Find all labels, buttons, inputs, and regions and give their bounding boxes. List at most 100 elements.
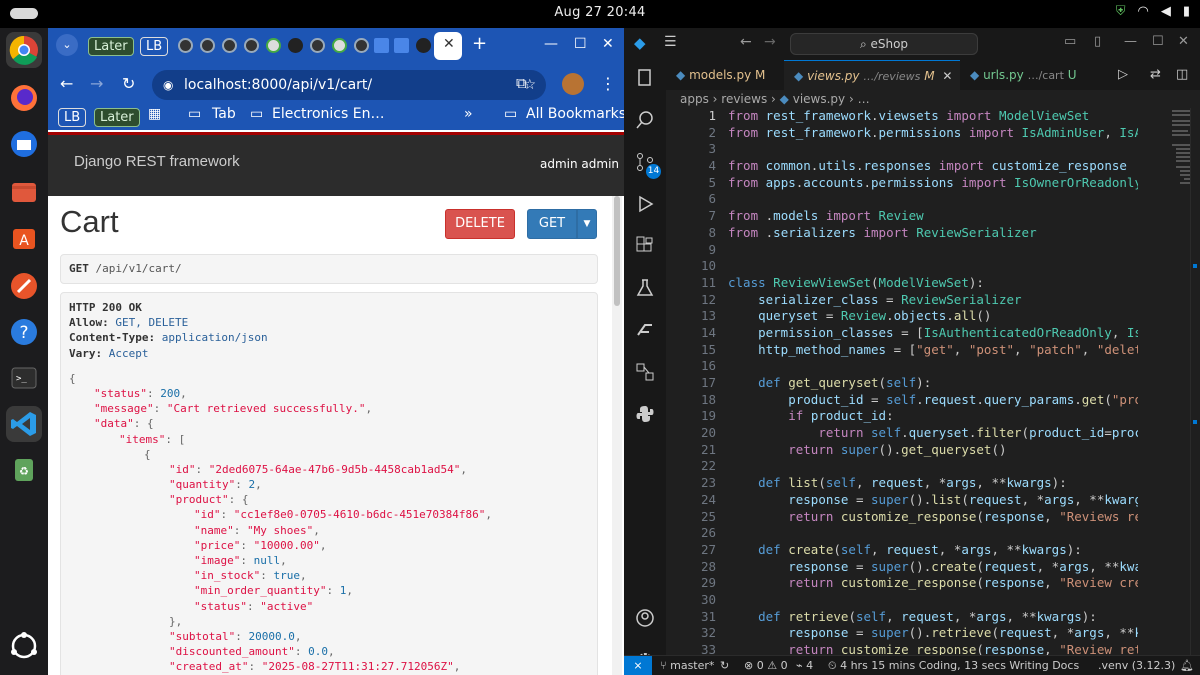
notifications-bell-icon[interactable]: 🔔︎ bbox=[1180, 656, 1194, 675]
minimize-icon[interactable]: — bbox=[544, 36, 558, 52]
code-line[interactable] bbox=[728, 525, 1138, 542]
code-line[interactable]: from .serializers import ReviewSerialize… bbox=[728, 225, 1138, 242]
bookmark-tab[interactable]: Tab bbox=[212, 106, 236, 122]
system-tray[interactable]: ⛨ ◠ ◀ ▮ bbox=[1116, 4, 1190, 19]
code-line[interactable]: def list(self, request, *args, **kwargs)… bbox=[728, 475, 1138, 492]
close-tab-icon[interactable]: ✕ bbox=[942, 69, 952, 83]
code-line[interactable]: class ReviewViewSet(ModelViewSet): bbox=[728, 275, 1138, 292]
profile-avatar[interactable] bbox=[562, 73, 584, 95]
code-line[interactable]: from rest_framework.viewsets import Mode… bbox=[728, 108, 1138, 125]
docs-tab-icon[interactable] bbox=[394, 38, 409, 53]
tab-group-later[interactable]: Later bbox=[88, 37, 134, 56]
show-apps-icon[interactable] bbox=[6, 628, 42, 664]
testing-icon[interactable] bbox=[633, 276, 657, 300]
tab-favicon[interactable] bbox=[244, 38, 259, 53]
code-line[interactable] bbox=[728, 258, 1138, 275]
layout-icon[interactable]: ▯ bbox=[1094, 34, 1101, 49]
breadcrumb-item[interactable]: … bbox=[858, 92, 870, 106]
back-icon[interactable]: ← bbox=[60, 74, 73, 93]
remote-explorer-icon[interactable] bbox=[633, 360, 657, 384]
tab-views-py[interactable]: ◆ views.py …/reviews M ✕ bbox=[784, 60, 960, 90]
user-menu[interactable]: admin admin bbox=[540, 157, 619, 171]
code-line[interactable] bbox=[728, 242, 1138, 259]
breadcrumb-item[interactable]: reviews bbox=[721, 92, 767, 106]
reload-icon[interactable]: ↻ bbox=[122, 74, 135, 93]
nav-forward-icon[interactable]: → bbox=[764, 34, 776, 50]
source-code[interactable]: from rest_framework.viewsets import Mode… bbox=[728, 108, 1138, 659]
command-center[interactable]: ⌕ eShop bbox=[790, 33, 978, 55]
tab-urls-py[interactable]: ◆ urls.py …/cart U bbox=[960, 60, 1094, 90]
prettier-icon[interactable] bbox=[633, 318, 657, 342]
tab-favicon[interactable] bbox=[416, 38, 431, 53]
code-line[interactable] bbox=[728, 458, 1138, 475]
apps-grid-icon[interactable]: ▦ bbox=[148, 106, 161, 122]
code-line[interactable]: response = super().list(request, *args, … bbox=[728, 492, 1138, 509]
site-info-icon[interactable]: ◉ bbox=[163, 70, 173, 100]
code-line[interactable]: return customize_response(response, "Rev… bbox=[728, 509, 1138, 526]
breadcrumb-item[interactable]: apps bbox=[680, 92, 709, 106]
accounts-icon[interactable] bbox=[633, 606, 657, 630]
close-tab-icon[interactable]: ✕ bbox=[443, 36, 455, 52]
vscode-dock-icon[interactable] bbox=[6, 406, 42, 442]
all-bookmarks[interactable]: All Bookmarks bbox=[526, 106, 624, 122]
run-python-icon[interactable]: ▷ bbox=[1118, 67, 1128, 82]
tab-models-py[interactable]: ◆ models.py M bbox=[666, 60, 784, 90]
terminal-dock-icon[interactable]: >_ bbox=[6, 360, 42, 396]
code-line[interactable]: permission_classes = [IsAuthenticatedOrR… bbox=[728, 325, 1138, 342]
python-icon[interactable] bbox=[633, 402, 657, 426]
help-dock-icon[interactable]: ? bbox=[6, 314, 42, 350]
code-line[interactable]: return super().get_queryset() bbox=[728, 442, 1138, 459]
code-line[interactable]: return customize_response(response, "Rev… bbox=[728, 575, 1138, 592]
code-line[interactable]: product_id = self.request.query_params.g… bbox=[728, 392, 1138, 409]
draw-dock-icon[interactable] bbox=[6, 268, 42, 304]
bookmark-group-lb[interactable]: LB bbox=[58, 108, 87, 127]
split-editor-icon[interactable]: ◫ bbox=[1176, 67, 1188, 82]
explorer-icon[interactable] bbox=[633, 66, 657, 90]
forward-icon[interactable]: → bbox=[90, 74, 103, 93]
remote-indicator-icon[interactable]: ⨯ bbox=[624, 656, 652, 675]
code-line[interactable] bbox=[728, 592, 1138, 609]
trash-dock-icon[interactable]: ♻ bbox=[6, 452, 42, 488]
code-line[interactable]: http_method_names = ["get", "post", "pat… bbox=[728, 342, 1138, 359]
problems-indicator[interactable]: ⊗ 0 ⚠ 0 bbox=[744, 656, 788, 675]
run-debug-icon[interactable] bbox=[633, 192, 657, 216]
app-center-dock-icon[interactable]: A bbox=[6, 220, 42, 256]
tab-favicon[interactable] bbox=[288, 38, 303, 53]
delete-button[interactable]: DELETE bbox=[445, 209, 515, 239]
layout-icon[interactable]: ▭ bbox=[1064, 34, 1076, 49]
tab-favicon[interactable] bbox=[332, 38, 347, 53]
get-format-dropdown[interactable]: ▼ bbox=[577, 209, 597, 239]
bookmark-group-later[interactable]: Later bbox=[94, 108, 140, 127]
close-window-icon[interactable]: ✕ bbox=[602, 36, 614, 52]
files-dock-icon[interactable] bbox=[6, 174, 42, 210]
code-line[interactable]: response = super().create(request, *args… bbox=[728, 559, 1138, 576]
code-line[interactable] bbox=[728, 191, 1138, 208]
nav-back-icon[interactable]: ← bbox=[740, 34, 752, 50]
python-interpreter[interactable]: .venv (3.12.3) bbox=[1098, 656, 1175, 675]
sync-icon[interactable]: ↻ bbox=[720, 656, 729, 675]
compare-changes-icon[interactable]: ⇄ bbox=[1150, 67, 1161, 82]
editor-scrollbar[interactable] bbox=[1190, 108, 1200, 655]
code-line[interactable] bbox=[728, 141, 1138, 158]
tab-favicon[interactable] bbox=[178, 38, 193, 53]
search-icon[interactable] bbox=[633, 108, 657, 132]
bookmark-electronics[interactable]: Electronics En… bbox=[272, 106, 384, 122]
system-clock[interactable]: Aug 27 20:44 bbox=[0, 5, 1200, 20]
tab-favicon[interactable] bbox=[200, 38, 215, 53]
new-tab-icon[interactable]: + bbox=[472, 33, 487, 54]
tab-favicon[interactable] bbox=[354, 38, 369, 53]
breadcrumb-item[interactable]: views.py bbox=[793, 92, 845, 106]
maximize-icon[interactable]: ☐ bbox=[1152, 34, 1164, 49]
code-line[interactable]: from rest_framework.permissions import I… bbox=[728, 125, 1138, 142]
code-editor[interactable]: 1 2 3 4 5 6 7 8 9 10 11 12 13 14 15 16 17 18 19 20 21 22 23 24 2… bbox=[666, 108, 1200, 657]
git-branch[interactable]: ⑂ master* bbox=[660, 656, 714, 675]
code-line[interactable]: serializer_class = ReviewSerializer bbox=[728, 292, 1138, 309]
extensions-icon[interactable] bbox=[633, 234, 657, 258]
tab-favicon[interactable] bbox=[222, 38, 237, 53]
code-line[interactable]: queryset = Review.objects.all() bbox=[728, 308, 1138, 325]
docs-tab-icon[interactable] bbox=[374, 38, 389, 53]
minimize-icon[interactable]: — bbox=[1124, 34, 1137, 49]
hamburger-menu-icon[interactable]: ☰ bbox=[664, 34, 677, 50]
chrome-dock-icon[interactable] bbox=[6, 32, 42, 68]
code-line[interactable]: def create(self, request, *args, **kwarg… bbox=[728, 542, 1138, 559]
